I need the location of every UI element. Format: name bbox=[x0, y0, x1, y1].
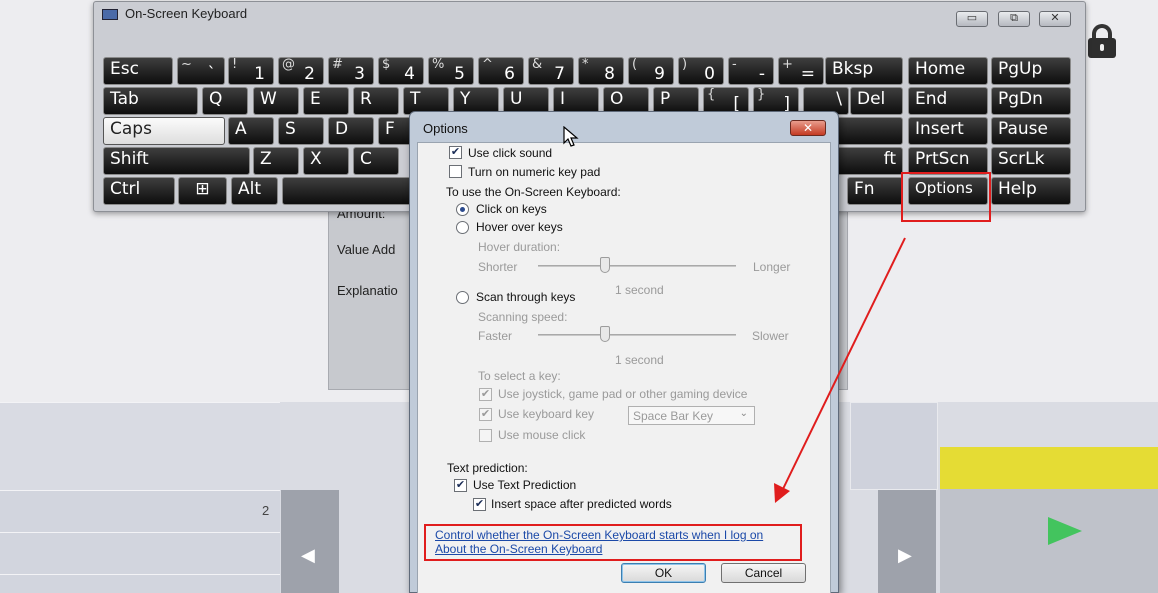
annotation-arrow bbox=[774, 237, 906, 503]
